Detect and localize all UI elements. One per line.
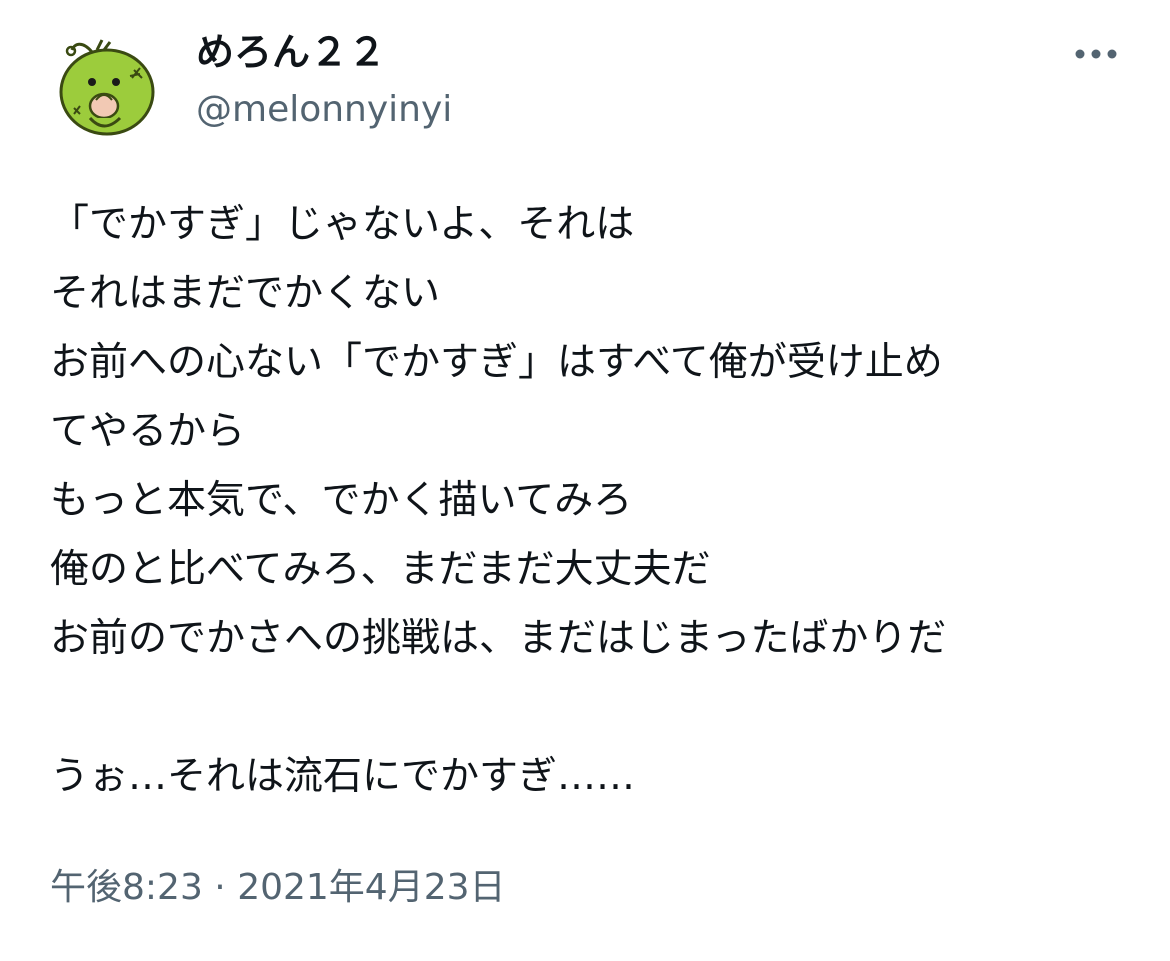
tweet-text: 「でかすぎ」じゃないよ、それは それはまだでかくない お前への心ない「でかすぎ」… — [50, 190, 1140, 811]
tweet-timestamp[interactable]: 午後8:23 · 2021年4月23日 — [50, 860, 506, 916]
tweet-line: お前のでかさへの挑戦は、まだはじまったばかりだ — [50, 616, 947, 661]
more-horizontal-icon — [1075, 49, 1117, 59]
avatar[interactable] — [52, 30, 162, 140]
tweet-line: それはまだでかくない — [50, 271, 441, 316]
tweet-line: 俺のと比べてみろ、まだまだ大丈夫だ — [50, 547, 711, 592]
author-handle[interactable]: @melonnyinyi — [196, 84, 452, 136]
tweet-time: 午後8:23 — [50, 867, 203, 908]
tweet-line: てやるから — [50, 409, 246, 454]
tweet-line: もっと本気で、でかく描いてみろ — [50, 478, 633, 523]
melon-character-icon — [52, 30, 162, 140]
timestamp-separator: · — [202, 867, 238, 908]
tweet-line: 「でかすぎ」じゃないよ、それは — [50, 202, 635, 247]
tweet-card: めろん２２ @melonnyinyi 「でかすぎ」じゃないよ、それは それはまだ… — [0, 0, 1170, 961]
tweet-date: 2021年4月23日 — [237, 867, 506, 908]
more-options-button[interactable] — [1068, 32, 1124, 76]
tweet-line: お前への心ない「でかすぎ」はすべて俺が受け止め — [50, 340, 943, 385]
tweet-line: うぉ…それは流石にでかすぎ…… — [50, 754, 636, 799]
author-display-name[interactable]: めろん２２ — [196, 26, 386, 78]
